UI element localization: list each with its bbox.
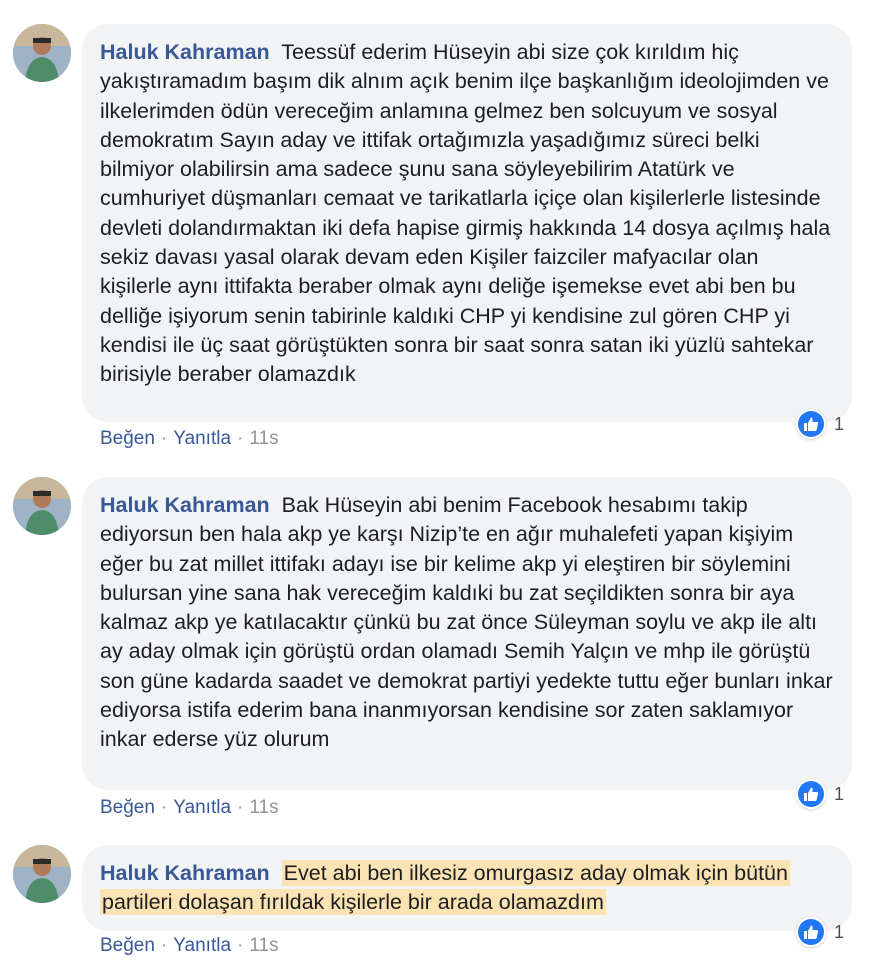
- comment-actions: Beğen · Yanıtla · 11s: [100, 935, 279, 957]
- comment-text: Bak Hüseyin abi benim Facebook hesabımı …: [100, 493, 833, 752]
- reaction-badge[interactable]: 1: [796, 408, 844, 440]
- timestamp[interactable]: 11s: [249, 797, 278, 818]
- separator: ·: [160, 797, 168, 818]
- reaction-count: 1: [834, 783, 845, 804]
- reaction-count: 1: [834, 413, 845, 434]
- comment-actions: Beğen · Yanıtla · 11s: [100, 797, 279, 819]
- reaction-badge[interactable]: 1: [796, 916, 844, 948]
- author-name[interactable]: Haluk Kahraman: [100, 861, 270, 885]
- separator: ·: [160, 428, 168, 449]
- comment-bubble: Haluk Kahraman Evet abi ben ilkesiz omur…: [82, 845, 852, 931]
- like-thumb-icon: [796, 779, 826, 809]
- separator: ·: [237, 797, 244, 818]
- avatar[interactable]: [13, 845, 71, 903]
- comment-text: Teessüf ederim Hüseyin abi size çok kırı…: [100, 40, 831, 387]
- author-name[interactable]: Haluk Kahraman: [100, 40, 270, 64]
- avatar-photo: [13, 477, 71, 535]
- reply-link[interactable]: Yanıtla: [173, 935, 231, 956]
- like-link[interactable]: Beğen: [100, 797, 155, 818]
- like-thumb-icon: [796, 409, 826, 439]
- author-name[interactable]: Haluk Kahraman: [100, 493, 270, 517]
- avatar[interactable]: [13, 24, 71, 82]
- separator: ·: [237, 428, 244, 449]
- like-link[interactable]: Beğen: [100, 428, 155, 449]
- avatar-photo: [13, 845, 71, 903]
- like-thumb-icon: [796, 917, 826, 947]
- avatar-photo: [13, 24, 71, 82]
- reaction-count: 1: [834, 921, 845, 942]
- comment-bubble: Haluk Kahraman Teessüf ederim Hüseyin ab…: [82, 24, 852, 422]
- reply-link[interactable]: Yanıtla: [173, 428, 231, 449]
- comment-bubble: Haluk Kahraman Bak Hüseyin abi benim Fac…: [82, 477, 852, 790]
- reaction-badge[interactable]: 1: [796, 778, 844, 810]
- timestamp[interactable]: 11s: [249, 428, 278, 449]
- like-link[interactable]: Beğen: [100, 935, 155, 956]
- timestamp[interactable]: 11s: [249, 935, 278, 956]
- separator: ·: [160, 935, 168, 956]
- reply-link[interactable]: Yanıtla: [173, 797, 231, 818]
- separator: ·: [237, 935, 244, 956]
- avatar[interactable]: [13, 477, 71, 535]
- comment-actions: Beğen · Yanıtla · 11s: [100, 428, 279, 450]
